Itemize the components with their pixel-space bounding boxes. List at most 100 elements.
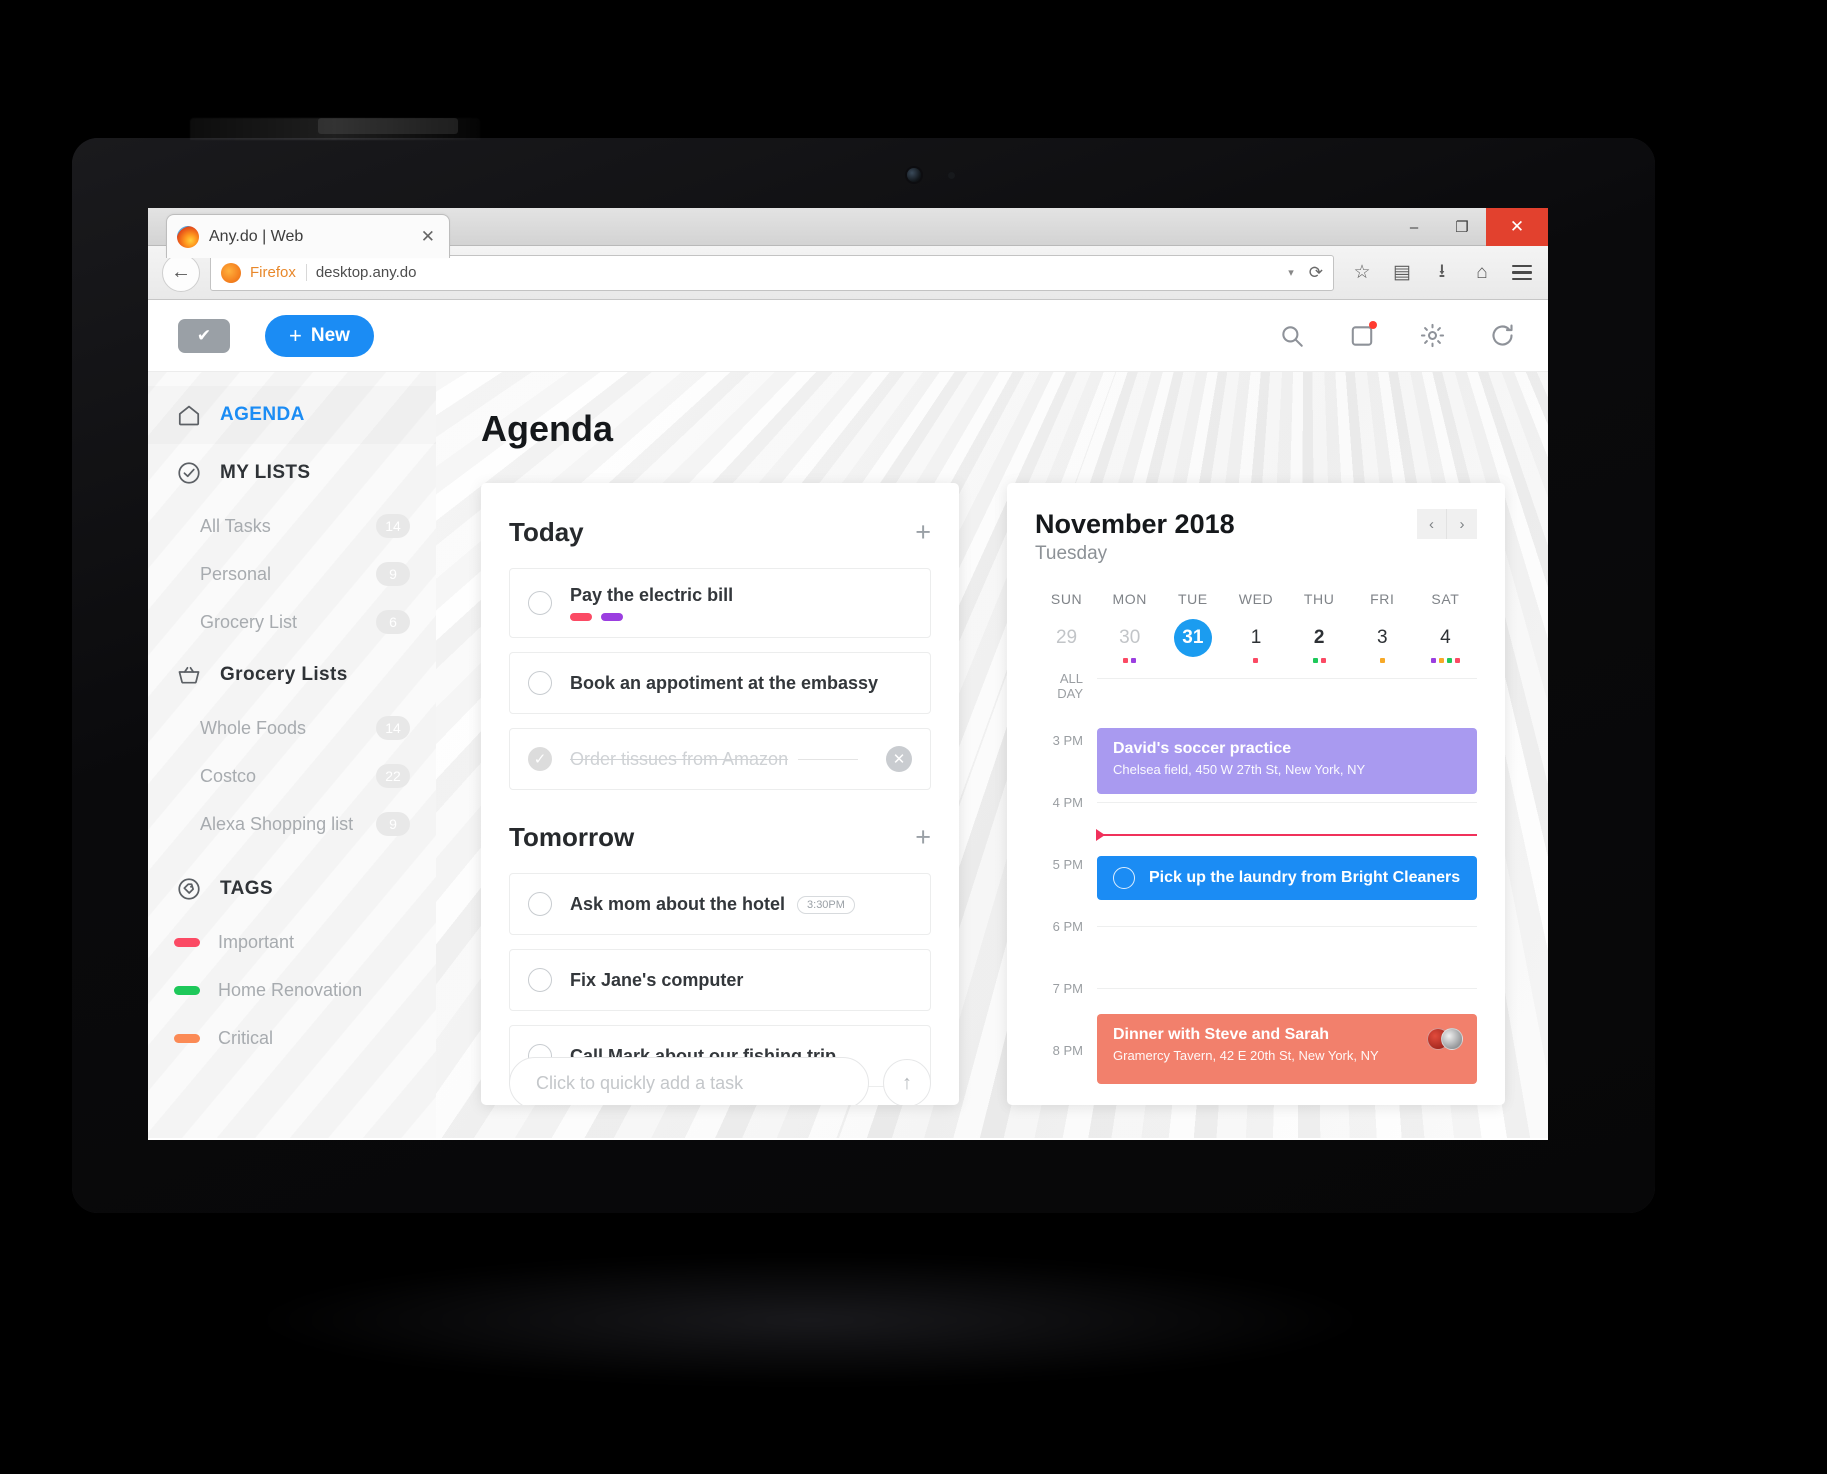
timeline-time-label: ALL DAY <box>1057 671 1083 701</box>
sidebar-tag-critical[interactable]: Critical <box>148 1014 436 1062</box>
task-row[interactable]: Ask mom about the hotel 3:30PM <box>509 873 931 935</box>
sidebar-tags-label: TAGS <box>220 878 273 899</box>
calendar-next-icon[interactable]: › <box>1447 509 1477 539</box>
list-label: Personal <box>200 563 272 584</box>
sidebar-item-costco[interactable]: Costco 22 <box>148 752 436 800</box>
task-row[interactable]: Fix Jane's computer <box>509 949 931 1011</box>
calendar-day-tue-selected[interactable]: TUE 31 <box>1161 591 1224 664</box>
task-tag-swatch <box>601 613 623 621</box>
sidebar-section-grocery-lists[interactable]: Grocery Lists <box>148 646 436 704</box>
timeline-gridline <box>1097 678 1477 679</box>
calendar-day-thu[interactable]: THU 2 <box>1288 591 1351 664</box>
chevron-down-icon[interactable]: ▾ <box>1288 266 1294 279</box>
browser-tab[interactable]: Any.do | Web ✕ <box>166 214 450 258</box>
sidebar-tag-home-renovation[interactable]: Home Renovation <box>148 966 436 1014</box>
tab-title: Any.do | Web <box>209 227 304 245</box>
sidebar-item-alexa-shopping-list[interactable]: Alexa Shopping list 9 <box>148 800 436 848</box>
reload-icon[interactable]: ⟳ <box>1303 263 1323 283</box>
home-icon[interactable]: ⌂ <box>1470 261 1494 285</box>
calendar-events-layer: David's soccer practice Chelsea field, 4… <box>1096 678 1477 1105</box>
day-dots <box>1414 658 1477 664</box>
tag-label: Critical <box>218 1027 274 1048</box>
notification-dot <box>1369 320 1377 329</box>
timeline-time-label: 4 PM <box>1052 795 1083 810</box>
list-count-badge: 14 <box>376 514 410 538</box>
sidebar-section-tags[interactable]: TAGS <box>148 860 436 918</box>
sidebar-item-whole-foods[interactable]: Whole Foods 14 <box>148 704 436 752</box>
sidebar-item-personal[interactable]: Personal 9 <box>148 550 436 598</box>
task-checkbox[interactable] <box>528 968 552 992</box>
download-icon[interactable]: ⭳ <box>1430 261 1454 285</box>
day-dots <box>1098 658 1161 664</box>
day-dots <box>1035 658 1098 664</box>
star-icon[interactable]: ☆ <box>1350 261 1374 285</box>
calendar-day-wed[interactable]: WED 1 <box>1224 591 1287 664</box>
task-checkbox[interactable] <box>1113 867 1135 889</box>
event-title: Dinner with Steve and Sarah <box>1113 1026 1330 1043</box>
list-label: All Tasks <box>200 515 271 536</box>
calendar-day-sat[interactable]: SAT 4 <box>1414 591 1477 664</box>
day-dots <box>1161 658 1224 664</box>
url-text[interactable]: desktop.any.do <box>316 264 1279 281</box>
task-label: Ask mom about the hotel 3:30PM <box>570 894 912 915</box>
timeline-row: 6 PM <box>1035 919 1477 988</box>
list-count-badge: 6 <box>376 610 410 634</box>
firefox-badge-icon <box>221 262 241 283</box>
delete-task-icon[interactable]: ✕ <box>886 746 912 772</box>
tag-label: Home Renovation <box>218 979 363 1000</box>
back-button[interactable]: ← <box>162 253 200 292</box>
sidebar-item-grocery-list[interactable]: Grocery List 6 <box>148 598 436 646</box>
calendar-day-fri[interactable]: FRI 3 <box>1351 591 1414 664</box>
add-task-tomorrow-icon[interactable]: + <box>915 824 931 851</box>
day-dot <box>1123 658 1129 663</box>
minimize-button[interactable]: – <box>1390 208 1438 246</box>
browser-window: Any.do | Web ✕ – ❐ ✕ ← Firefox desktop.a… <box>148 208 1548 1140</box>
tab-close-icon[interactable]: ✕ <box>417 227 439 247</box>
task-label-text: Ask mom about the hotel <box>570 893 786 914</box>
calendar-month-label: November 2018 <box>1035 509 1235 539</box>
task-row-completed[interactable]: ✓ Order tissues from Amazon ✕ <box>509 728 931 790</box>
weekday-name: SUN <box>1050 591 1083 607</box>
calendar-task-laundry[interactable]: Pick up the laundry from Bright Cleaners <box>1097 856 1477 900</box>
task-checkbox[interactable] <box>528 591 552 615</box>
new-task-button[interactable]: + New <box>265 314 374 357</box>
task-tag-swatch <box>570 613 592 621</box>
quick-add-input[interactable]: Click to quickly add a task <box>509 1057 869 1105</box>
sidebar-item-all-tasks[interactable]: All Tasks 14 <box>148 502 436 550</box>
task-row[interactable]: Pay the electric bill <box>509 568 931 638</box>
window-controls: – ❐ ✕ <box>1390 208 1548 246</box>
anydo-app: ✔ + New AGENDA MY LISTS All Tasks 14 Per… <box>148 300 1548 1138</box>
calendar-event-dinner[interactable]: Dinner with Steve and Sarah Gramercy Tav… <box>1097 1014 1477 1084</box>
calendar-prev-icon[interactable]: ‹ <box>1417 509 1447 539</box>
task-label: Pay the electric bill <box>570 585 734 605</box>
quick-add-bar: Click to quickly add a task ↑ <box>509 1057 931 1105</box>
sidebar-tag-important[interactable]: Important <box>148 918 436 966</box>
notifications-icon[interactable] <box>1346 320 1378 352</box>
gear-icon[interactable] <box>1416 320 1448 352</box>
reader-icon[interactable]: ▤ <box>1390 261 1414 285</box>
calendar-day-mon[interactable]: MON 30 <box>1098 591 1161 664</box>
task-checkbox[interactable] <box>528 892 552 916</box>
browser-toolbar-icons: ☆ ▤ ⭳ ⌂ <box>1344 261 1534 285</box>
sync-icon[interactable] <box>1486 320 1518 352</box>
weekday-number: 1 <box>1250 627 1262 648</box>
identity-label: Firefox <box>250 264 307 281</box>
sidebar-section-my-lists[interactable]: MY LISTS <box>148 444 436 502</box>
avatar <box>1441 1028 1463 1050</box>
calendar-header: November 2018 Tuesday ‹ › <box>1035 509 1477 565</box>
address-bar[interactable]: Firefox desktop.any.do ▾ ⟳ <box>210 254 1334 291</box>
task-row[interactable]: Book an appotiment at the embassy <box>509 652 931 714</box>
search-icon[interactable] <box>1276 320 1308 352</box>
task-checkbox-checked[interactable]: ✓ <box>528 747 552 771</box>
quick-add-send-button[interactable]: ↑ <box>883 1059 931 1105</box>
close-button[interactable]: ✕ <box>1486 208 1548 246</box>
calendar-event-soccer[interactable]: David's soccer practice Chelsea field, 4… <box>1097 728 1477 794</box>
day-dots <box>1224 658 1287 664</box>
add-task-today-icon[interactable]: + <box>915 519 931 546</box>
sidebar-item-agenda[interactable]: AGENDA <box>148 386 436 444</box>
app-logo-icon[interactable]: ✔ <box>178 318 230 353</box>
calendar-day-sun[interactable]: SUN 29 <box>1035 591 1098 664</box>
task-checkbox[interactable] <box>528 671 552 695</box>
maximize-button[interactable]: ❐ <box>1438 208 1486 246</box>
menu-icon[interactable] <box>1510 261 1534 285</box>
